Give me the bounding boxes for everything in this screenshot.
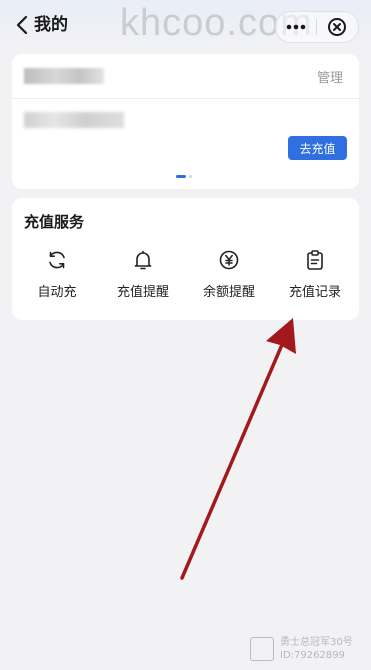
service-label: 自动充 [37,285,77,300]
more-button[interactable] [276,12,316,42]
service-label: 充值记录 [288,285,341,300]
section-title: 充值服务 [24,213,85,231]
more-icon [286,24,306,30]
services-grid: 自动充 充值提醒 余额提醒 充值记录 [12,248,359,308]
chevron-left-icon [16,15,28,35]
yen-icon [219,250,239,270]
watermark-logo-icon [250,637,274,661]
mini-program-capsule [275,11,359,43]
carousel-indicator [176,175,192,178]
watermark-line: 勇士总冠军30号 [280,637,353,648]
close-button[interactable] [317,12,357,42]
service-balance-reminder[interactable]: 余额提醒 [188,248,270,308]
account-card: 管理 去充值 [12,54,359,189]
footer-watermark: 勇士总冠军30号 ID:79262899 [250,636,353,662]
arrow-head [266,318,296,354]
clipboard-icon [307,250,323,270]
close-circle-icon [328,18,346,36]
service-recharge-reminder[interactable]: 充值提醒 [102,248,184,308]
refresh-icon [49,251,65,269]
watermark-line: ID:79262899 [280,650,345,661]
back-button[interactable] [12,14,32,36]
service-label: 充值提醒 [116,285,169,300]
carousel-dot-active [176,175,186,178]
services-card: 充值服务 自动充 充值提醒 余额提醒 充值记录 [12,198,359,320]
carousel-dot [189,175,192,178]
arrow-shaft [180,338,286,580]
recharge-button[interactable]: 去充值 [288,136,347,160]
service-recharge-records[interactable]: 充值记录 [274,248,356,308]
blurred-balance [24,112,124,128]
card-divider [12,98,359,99]
blurred-account-name [24,68,104,84]
service-auto-recharge[interactable]: 自动充 [16,248,98,308]
page-title: 我的 [34,15,68,35]
manage-link[interactable]: 管理 [317,67,343,86]
bell-icon [134,250,152,270]
service-label: 余额提醒 [202,285,255,300]
header: 我的 khcoo.com [0,0,371,50]
